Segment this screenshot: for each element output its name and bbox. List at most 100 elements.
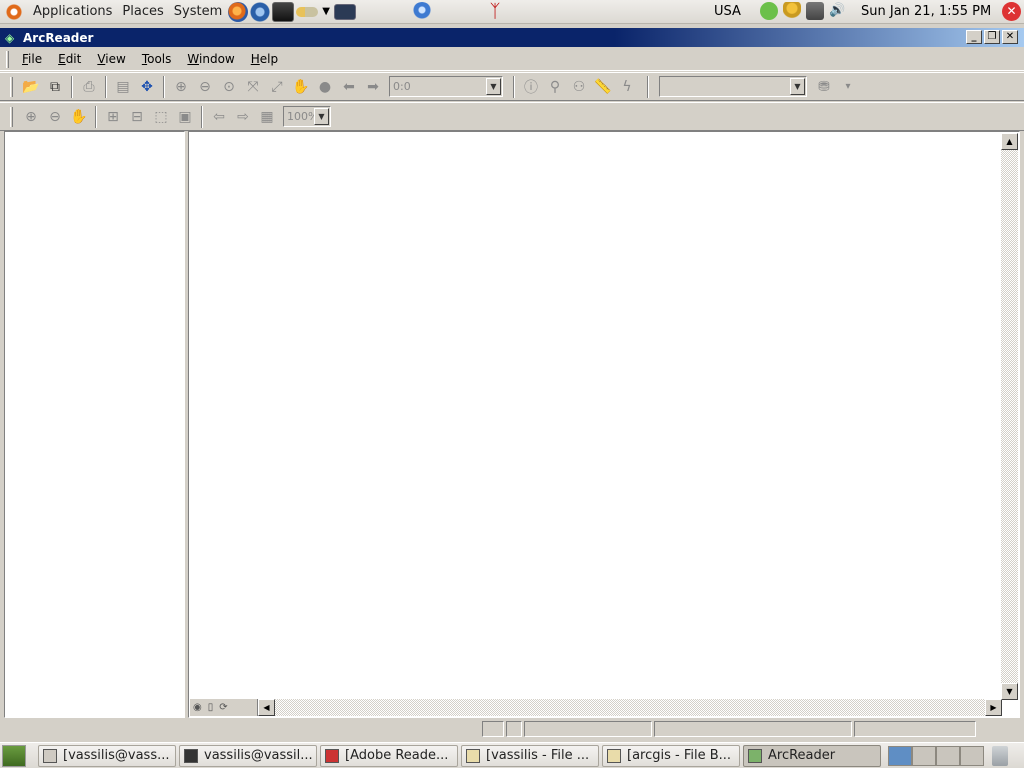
print-icon[interactable]: ⎙ [78, 76, 100, 98]
scroll-left-button[interactable]: ◀ [258, 699, 275, 716]
window-titlebar[interactable]: ◈ ArcReader _ ❐ ✕ [0, 28, 1024, 47]
toolbar-separator [71, 75, 73, 98]
workspace-4[interactable] [960, 745, 984, 766]
menu-window[interactable]: Window [179, 52, 242, 66]
pan-arrows-icon[interactable]: ✥ [136, 76, 158, 98]
toolbar-separator [105, 75, 107, 98]
workspace-2[interactable] [912, 745, 936, 766]
find-binoculars-icon[interactable]: ⚲ [544, 76, 566, 98]
minimize-button[interactable]: _ [966, 30, 982, 44]
measure-icon[interactable]: 📏 [592, 76, 614, 98]
page-layout-icon[interactable]: ▤ [112, 76, 134, 98]
layer-tools-icon[interactable]: ⛃ [813, 76, 835, 98]
chevron-down-icon[interactable]: ▼ [314, 108, 329, 125]
menu-help[interactable]: Help [243, 52, 286, 66]
map-scale-combo[interactable]: 0:0 ▼ [389, 76, 503, 97]
user-status-icon[interactable] [783, 2, 801, 20]
taskbar-item-terminal-1[interactable]: [vassilis@vass... [38, 744, 176, 767]
copy-icon[interactable]: ⧉ [44, 76, 66, 98]
layout-zoom-in-icon[interactable]: ⊕ [20, 106, 42, 128]
close-button[interactable]: ✕ [1002, 30, 1018, 44]
keyring-launcher-icon[interactable] [296, 6, 319, 17]
layout-fixed-zoom-in-icon[interactable]: ⊞ [102, 106, 124, 128]
thunderbird-launcher-icon[interactable] [250, 1, 271, 22]
menubar-grip[interactable] [6, 51, 9, 68]
layer-combo[interactable]: ▼ [659, 76, 807, 97]
menu-tools[interactable]: Tools [134, 52, 180, 66]
taskbar-item-arcreader[interactable]: ArcReader [743, 744, 881, 767]
chevron-down-icon[interactable]: ▼ [790, 78, 805, 95]
pan-hand-icon[interactable]: ✋ [290, 76, 312, 98]
toggle-draft-icon[interactable]: ▦ [256, 106, 278, 128]
open-folder-icon[interactable]: 📂 [20, 76, 42, 98]
zoom-in-icon[interactable]: ⊕ [170, 76, 192, 98]
zoom-whole-page-icon[interactable]: ⬚ [150, 106, 172, 128]
workspace-1[interactable] [888, 745, 912, 766]
toolbar-grip[interactable] [10, 76, 13, 97]
notification-tray: 🔊 [760, 2, 847, 20]
trash-icon[interactable] [992, 745, 1008, 766]
ubuntu-logo-icon[interactable] [4, 1, 24, 22]
status-panel [506, 720, 522, 737]
quake-launcher-icon[interactable]: ᛉ [483, 2, 507, 22]
show-desktop-icon[interactable] [2, 744, 26, 767]
taskbar-item-file-browser-1[interactable]: [vassilis - File ... [461, 744, 599, 767]
layout-zoom-out-icon[interactable]: ⊖ [44, 106, 66, 128]
applications-menu[interactable]: Applications [28, 4, 117, 19]
workspace-3[interactable] [936, 745, 960, 766]
taskbar-item-adobe-reader[interactable]: [Adobe Reade... [320, 744, 458, 767]
chevron-down-icon[interactable]: ▼ [322, 6, 330, 17]
status-panel [654, 720, 852, 737]
map-view[interactable]: ▲ ▼ ◉ ▯ ⟳ ◀ ▶ [188, 131, 1020, 718]
horizontal-scroll-track[interactable]: ◀ ▶ [258, 699, 1002, 716]
screenshot-launcher-icon[interactable] [333, 3, 356, 20]
refresh-view-icon[interactable]: ⟳ [219, 702, 227, 713]
scroll-down-button[interactable]: ▼ [1001, 683, 1018, 700]
toolbar-grip[interactable] [10, 106, 13, 127]
network-globe-icon[interactable] [412, 2, 432, 22]
taskbar-item-file-browser-2[interactable]: [arcgis - File B... [602, 744, 740, 767]
scroll-right-button[interactable]: ▶ [985, 699, 1002, 716]
zoom-100-icon[interactable]: ▣ [174, 106, 196, 128]
full-extent-icon[interactable]: ● [314, 76, 336, 98]
data-view-icon[interactable]: ◉ [193, 702, 202, 713]
fixed-zoom-out-icon[interactable]: ⤢ [266, 76, 288, 98]
arcreader-app-icon[interactable]: ◈ [5, 31, 19, 45]
taskbar-item-terminal-2[interactable]: vassilis@vassil... [179, 744, 317, 767]
chevron-down-icon[interactable]: ▼ [486, 78, 501, 95]
layout-forward-icon[interactable]: ⇨ [232, 106, 254, 128]
window-controls: _ ❐ ✕ [966, 30, 1018, 44]
menu-file[interactable]: File [14, 52, 50, 66]
vertical-scrollbar[interactable]: ▲ ▼ [1001, 133, 1018, 700]
layout-pan-icon[interactable]: ✋ [68, 106, 90, 128]
toolbar-options-chevron-icon[interactable]: ▾ [837, 76, 859, 98]
hyperlink-lightning-icon[interactable]: ϟ [616, 76, 638, 98]
find-route-icon[interactable]: ⚇ [568, 76, 590, 98]
clock[interactable]: Sun Jan 21, 1:55 PM [861, 4, 991, 19]
fixed-zoom-in-icon[interactable]: ⤧ [242, 76, 264, 98]
logout-icon[interactable]: ✕ [1002, 2, 1021, 21]
places-menu[interactable]: Places [117, 4, 168, 19]
restore-button[interactable]: ❐ [984, 30, 1000, 44]
network-manager-icon[interactable] [806, 2, 824, 20]
toolbar-separator [513, 75, 515, 98]
layout-fixed-zoom-out-icon[interactable]: ⊟ [126, 106, 148, 128]
layout-view-icon[interactable]: ▯ [208, 702, 214, 713]
system-menu[interactable]: System [169, 4, 227, 19]
scroll-up-button[interactable]: ▲ [1001, 133, 1018, 150]
menu-view[interactable]: View [89, 52, 133, 66]
back-arrow-icon[interactable]: ⬅ [338, 76, 360, 98]
identify-icon[interactable]: ⓘ [520, 76, 542, 98]
table-of-contents-panel[interactable] [4, 131, 185, 718]
layout-zoom-combo[interactable]: 100% ▼ [283, 106, 331, 127]
menu-edit[interactable]: Edit [50, 52, 89, 66]
layout-back-icon[interactable]: ⇦ [208, 106, 230, 128]
zoom-magnify-icon[interactable]: ⊙ [218, 76, 240, 98]
update-notifier-icon[interactable] [760, 2, 778, 20]
terminal-launcher-icon[interactable] [272, 1, 295, 22]
forward-arrow-icon[interactable]: ➡ [362, 76, 384, 98]
firefox-launcher-icon[interactable] [228, 1, 249, 22]
keyboard-layout-indicator[interactable]: USA [714, 4, 741, 19]
volume-icon[interactable]: 🔊 [829, 2, 847, 20]
zoom-out-icon[interactable]: ⊖ [194, 76, 216, 98]
